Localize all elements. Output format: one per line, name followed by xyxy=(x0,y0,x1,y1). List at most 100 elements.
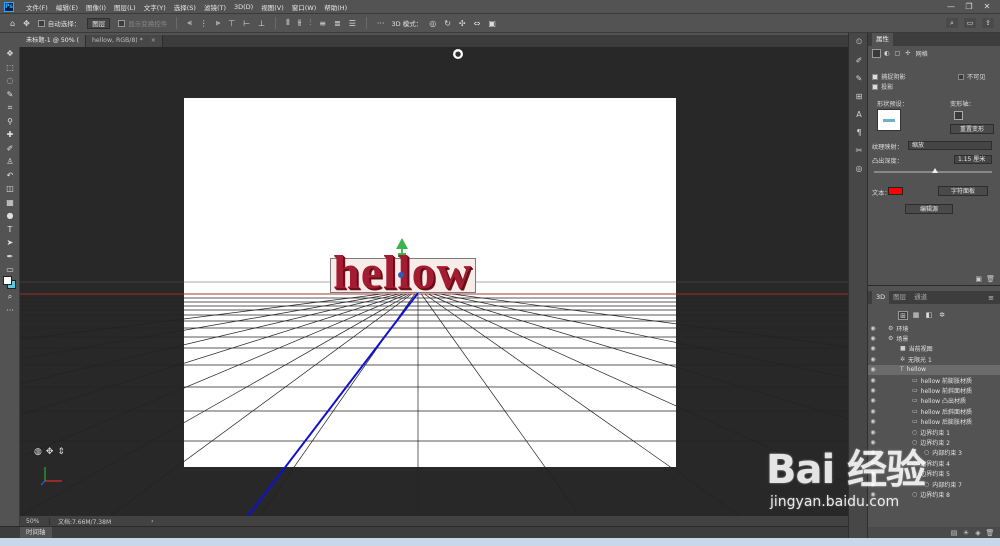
distribute-top-icon[interactable]: ≡ xyxy=(315,19,330,28)
cast-shadow-option[interactable]: 投影 xyxy=(872,82,893,91)
move-tool-icon[interactable]: ✥ xyxy=(0,47,20,61)
visibility-eye-icon[interactable]: ◉ xyxy=(868,366,878,373)
visibility-eye-icon[interactable]: ◉ xyxy=(868,408,878,415)
zoom-level[interactable]: 50% xyxy=(20,517,50,525)
scene-tree-row[interactable]: ◉ Thellow xyxy=(868,364,1000,375)
auto-select-dropdown[interactable]: 图层 xyxy=(87,17,111,29)
dolly-icon[interactable]: ⇕ xyxy=(57,447,65,457)
crop-tool-icon[interactable]: ⌗ xyxy=(0,101,20,115)
scene-tree-row[interactable]: ◉ ▭ hellow 前膨胀材质 xyxy=(868,375,1000,385)
distribute-left-icon[interactable]: ⫴ xyxy=(282,18,293,28)
align-left-icon[interactable]: ⫷ xyxy=(183,18,196,28)
orbit-icon[interactable]: ◎ xyxy=(425,19,440,28)
close-window-button[interactable]: ✕ xyxy=(978,0,996,13)
invisible-checkbox[interactable] xyxy=(958,73,964,80)
reset-deform-button[interactable]: 重置变形 xyxy=(950,124,994,134)
text-color-swatch[interactable] xyxy=(888,187,903,195)
tab-channels[interactable]: 通道 xyxy=(910,291,931,304)
mesh-icon[interactable] xyxy=(872,49,881,58)
menu-view[interactable]: 视图(V) xyxy=(257,2,288,12)
visibility-eye-icon[interactable]: ◉ xyxy=(868,387,878,394)
clone-stamp-icon[interactable]: ♙ xyxy=(0,155,20,169)
canvas-area[interactable]: ● hellow ◍ ✥ ⇕ xyxy=(20,47,848,516)
show-transform-checkbox[interactable] xyxy=(118,19,126,27)
brush-tool-icon[interactable]: ✐ xyxy=(0,142,20,156)
foreground-color-swatch[interactable] xyxy=(3,276,12,285)
history-brush-icon[interactable]: ↶ xyxy=(0,169,20,183)
extrusion-depth-input[interactable]: 1.15 厘米 xyxy=(954,155,992,164)
pan-icon[interactable]: ✥ xyxy=(46,447,54,457)
menu-image[interactable]: 图像(I) xyxy=(82,2,110,12)
more-tools-icon[interactable]: ··· xyxy=(0,304,20,318)
extrusion-slider-knob[interactable] xyxy=(932,168,938,173)
scene-filter-icon[interactable]: ⊞ xyxy=(898,311,908,320)
visibility-eye-icon[interactable]: ◉ xyxy=(868,325,878,332)
chevron-right-icon[interactable]: › xyxy=(151,518,153,525)
styles-icon[interactable]: ◎ xyxy=(849,159,869,177)
character-icon[interactable]: A xyxy=(849,105,869,123)
tab-3d[interactable]: 3D xyxy=(872,291,890,304)
brush-settings-icon[interactable]: ✐ xyxy=(849,51,869,69)
scene-tree-row[interactable]: ◉ ▭ hellow 后膨胀材质 xyxy=(868,417,1000,427)
scale-3d-icon[interactable]: ▣ xyxy=(484,19,500,28)
scene-tree-row[interactable]: ◉ ▭ hellow 后斜面材质 xyxy=(868,406,1000,416)
cap-icon[interactable]: ▢ xyxy=(894,50,900,57)
cast-shadow-checkbox[interactable] xyxy=(872,83,878,90)
move-tool-icon[interactable]: ✥ xyxy=(19,19,34,28)
slide-3d-icon[interactable]: ⇔ xyxy=(470,19,485,28)
shape-preset-thumbnail[interactable] xyxy=(877,109,901,131)
add-light-icon[interactable]: ☀ xyxy=(960,529,972,537)
tab-hellow[interactable]: hellow, RGB/8) * × xyxy=(86,35,163,47)
visibility-eye-icon[interactable]: ◉ xyxy=(868,377,878,384)
properties-tab[interactable]: 属性 xyxy=(872,33,893,46)
scene-tree-row[interactable]: ◉ ■ 当前视图 xyxy=(868,344,1000,354)
new-icon[interactable]: ▣ xyxy=(975,275,982,283)
delete-icon[interactable]: 🗑 xyxy=(984,529,996,537)
auto-select-checkbox[interactable] xyxy=(37,19,45,27)
close-icon[interactable]: × xyxy=(151,37,156,44)
trash-icon[interactable]: 🗑 xyxy=(986,275,995,283)
globe-icon[interactable]: ◍ xyxy=(34,447,42,457)
workspace-icon[interactable]: ▭ xyxy=(964,18,976,28)
new-constraint-icon[interactable]: ◈ xyxy=(972,529,984,537)
lasso-tool-icon[interactable]: ◌ xyxy=(0,74,20,88)
marquee-tool-icon[interactable]: ⬚ xyxy=(0,61,20,75)
visibility-eye-icon[interactable]: ◉ xyxy=(868,418,878,425)
visibility-eye-icon[interactable]: ◉ xyxy=(868,335,878,342)
distribute-middle-icon[interactable]: ≣ xyxy=(330,19,345,28)
distribute-bottom-icon[interactable]: ☰ xyxy=(345,19,360,28)
visibility-eye-icon[interactable]: ◉ xyxy=(868,397,878,404)
coordinates-icon[interactable]: ✢ xyxy=(905,50,910,57)
distribute-right-icon[interactable]: ⫶ xyxy=(305,18,315,28)
type-tool-icon[interactable]: T xyxy=(0,223,20,237)
pen-tool-icon[interactable]: ✒ xyxy=(0,250,20,264)
menu-help[interactable]: 帮助(H) xyxy=(320,2,351,12)
menu-layer[interactable]: 图层(L) xyxy=(110,2,140,12)
scene-tree-row[interactable]: ◉ ▭ hellow 前斜面材质 xyxy=(868,385,1000,395)
render-icon[interactable]: ▤ xyxy=(948,529,960,537)
restore-button[interactable]: ❐ xyxy=(960,0,978,13)
adjustments-icon[interactable]: ✎ xyxy=(849,69,869,87)
home-icon[interactable]: ⌂ xyxy=(6,19,19,28)
search-icon[interactable]: ⌕ xyxy=(946,18,958,28)
invisible-option[interactable]: 不可见 xyxy=(958,72,986,81)
visibility-eye-icon[interactable]: ◉ xyxy=(868,345,878,352)
visibility-eye-icon[interactable]: ◉ xyxy=(868,439,878,446)
properties-icon[interactable]: ⊞ xyxy=(849,87,869,105)
align-bottom-icon[interactable]: ⊥ xyxy=(254,19,269,28)
align-right-icon[interactable]: ⫸ xyxy=(212,18,225,28)
healing-brush-icon[interactable]: ✚ xyxy=(0,128,20,142)
more-options-icon[interactable]: ··· xyxy=(373,19,389,28)
minimize-button[interactable]: — xyxy=(942,0,960,13)
menu-3d[interactable]: 3D(D) xyxy=(230,3,257,11)
menu-window[interactable]: 窗口(W) xyxy=(288,2,321,12)
path-select-icon[interactable]: ➤ xyxy=(0,236,20,250)
history-icon[interactable]: ⏲ xyxy=(849,33,869,51)
mesh-filter-icon[interactable]: ▦ xyxy=(911,311,921,320)
share-icon[interactable]: ⇪ xyxy=(982,18,994,28)
deform-icon[interactable]: ◐ xyxy=(884,50,889,57)
menu-select[interactable]: 选择(S) xyxy=(170,2,200,12)
scene-tree-row[interactable]: ◉ ⚙ 环境 xyxy=(868,323,1000,333)
scene-tree-row[interactable]: ◉ ○ 边界约束 1 xyxy=(868,427,1000,437)
gizmo-center[interactable] xyxy=(398,272,404,278)
